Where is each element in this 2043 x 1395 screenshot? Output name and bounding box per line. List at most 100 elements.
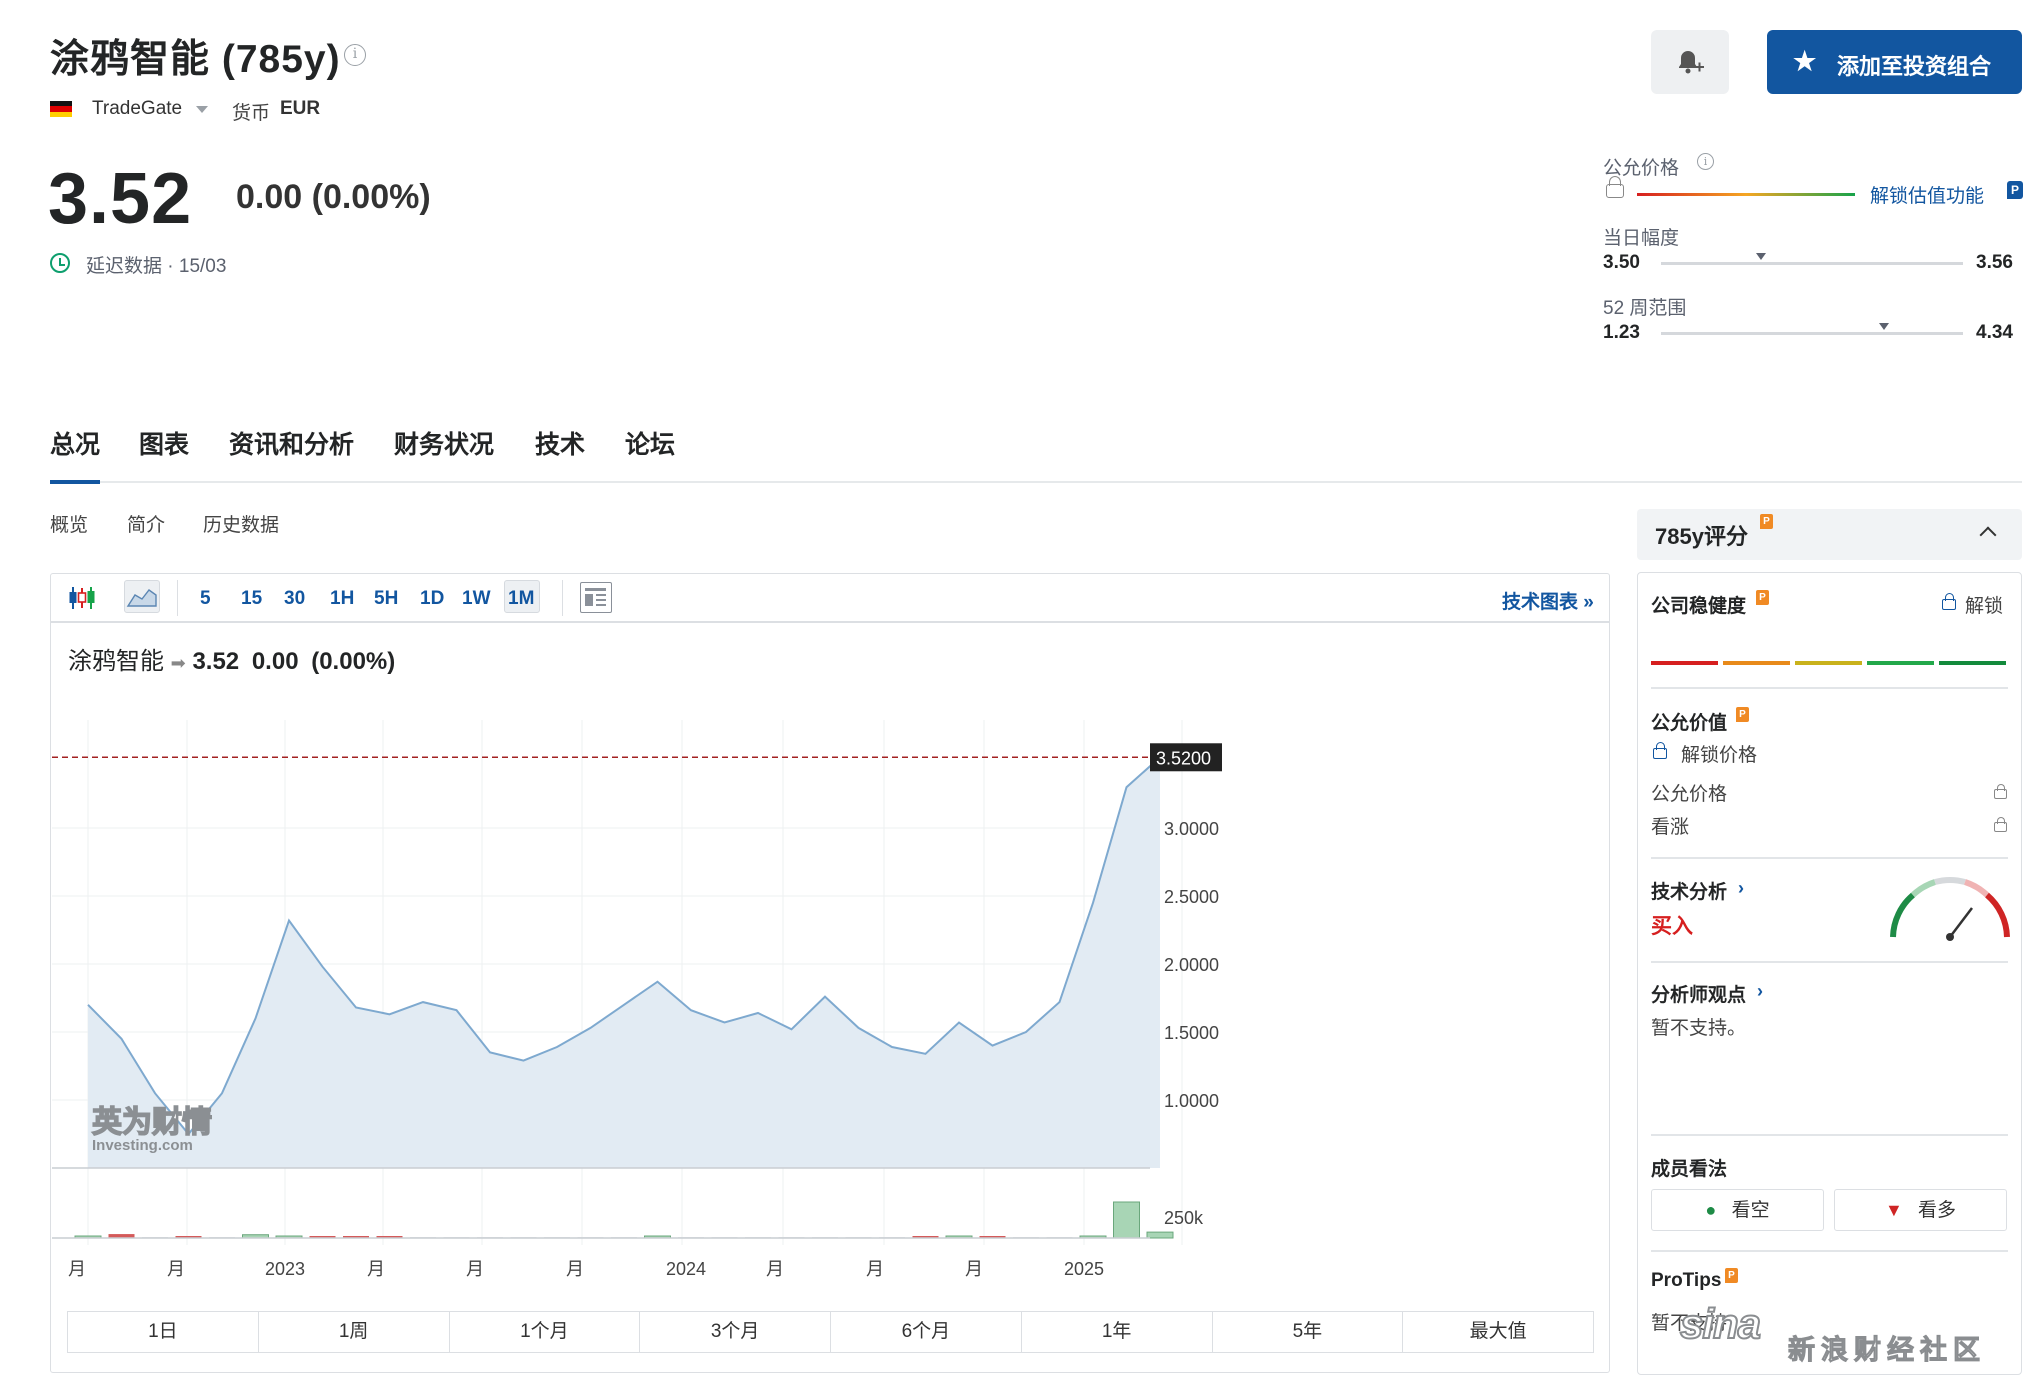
- health-segment: [1651, 661, 1718, 665]
- range-1y[interactable]: 1年: [1022, 1312, 1213, 1352]
- fair-value-unlock-link[interactable]: 解锁价格: [1681, 740, 1757, 767]
- interval-1d[interactable]: 1D: [420, 588, 444, 610]
- range-1d[interactable]: 1日: [68, 1312, 259, 1352]
- range-3m[interactable]: 3个月: [640, 1312, 831, 1352]
- x-tick-label: 月: [367, 1259, 385, 1279]
- fair-value-gradient-bar: [1637, 193, 1855, 196]
- lock-icon: [1994, 784, 2007, 799]
- health-title: 公司稳健度: [1651, 596, 1747, 617]
- analyst-view-link[interactable]: 分析师观点: [1651, 980, 1746, 1007]
- volume-bar: [1146, 1231, 1174, 1239]
- time-range-selector: 1日 1周 1个月 3个月 6个月 1年 5年 最大值: [67, 1311, 1594, 1353]
- sina-watermark-logo: sina: [1679, 1299, 1762, 1348]
- last-price-label: 3.5200: [1156, 748, 1211, 768]
- upside-row: 看涨: [1651, 817, 1690, 838]
- tab-forum[interactable]: 论坛: [625, 425, 675, 461]
- range-6m[interactable]: 6个月: [831, 1312, 1022, 1352]
- health-segment: [1867, 661, 1934, 665]
- week52-range-track: [1661, 332, 1963, 335]
- subtab-historical[interactable]: 历史数据: [203, 510, 279, 537]
- currency-label: 货币: [232, 103, 271, 124]
- volume-bar: [1113, 1201, 1140, 1239]
- health-segment: [1795, 661, 1862, 665]
- fair-price-row: 公允价格: [1651, 784, 1728, 805]
- tab-news-analysis[interactable]: 资讯和分析: [229, 425, 354, 461]
- candlestick-icon[interactable]: [68, 584, 96, 612]
- range-max[interactable]: 最大值: [1403, 1312, 1593, 1352]
- add-alert-button[interactable]: [1651, 30, 1729, 94]
- interval-1w[interactable]: 1W: [462, 588, 491, 610]
- health-segment: [1723, 661, 1790, 665]
- watermark-cn: 英为财情: [92, 1105, 212, 1140]
- day-range-label: 当日幅度: [1603, 228, 1680, 249]
- x-tick-label: 月: [766, 1259, 784, 1279]
- range-1w[interactable]: 1周: [259, 1312, 450, 1352]
- divider: [1651, 857, 2008, 859]
- tab-technical[interactable]: 技术: [535, 425, 585, 461]
- chart-legend-pct: (0.00%): [311, 648, 396, 675]
- info-icon[interactable]: i: [1697, 153, 1714, 170]
- x-tick-label: 月: [866, 1259, 884, 1279]
- technical-chart-link[interactable]: 技术图表 »: [1502, 587, 1594, 614]
- bell-plus-icon: [1679, 51, 1704, 74]
- interval-1m[interactable]: 1M: [508, 588, 534, 610]
- page-title: 涂鸦智能 (785y): [50, 38, 341, 81]
- info-icon[interactable]: i: [344, 44, 366, 66]
- active-tab-indicator: [50, 480, 100, 484]
- chevron-right-icon: ›: [1757, 981, 1763, 1001]
- day-high: 3.56: [1976, 252, 2013, 273]
- week52-range-marker: [1879, 323, 1890, 330]
- add-portfolio-label: 添加至投资组合: [1837, 54, 1992, 79]
- divider: [1651, 961, 2008, 963]
- gauge-icon: [1890, 877, 2010, 941]
- y-tick-label: 1.0000: [1164, 1091, 1219, 1111]
- price-area: [88, 757, 1160, 1168]
- exchange-selector[interactable]: TradeGate: [92, 98, 182, 120]
- arrow-right-icon: ➡: [170, 653, 186, 673]
- sina-watermark-text: 新浪财经社区: [1788, 1335, 1986, 1366]
- health-unlock-link[interactable]: 解锁: [1965, 591, 2003, 618]
- clock-icon: [50, 253, 70, 273]
- interval-5h[interactable]: 5H: [374, 588, 398, 610]
- range-5y[interactable]: 5年: [1213, 1312, 1404, 1352]
- x-tick-label: 2024: [666, 1259, 706, 1279]
- toolbar-separator: [177, 580, 178, 616]
- interval-5[interactable]: 5: [200, 588, 211, 610]
- chart-legend-price: 3.52: [192, 648, 240, 675]
- x-tick-label: 月: [466, 1259, 484, 1279]
- lock-icon: [1994, 817, 2007, 832]
- unlock-valuation-link[interactable]: 解锁估值功能: [1870, 181, 1984, 208]
- day-range-track: [1661, 262, 1963, 265]
- add-to-portfolio-button[interactable]: ★ 添加至投资组合: [1767, 30, 2022, 94]
- bearish-button[interactable]: ● 看空: [1651, 1189, 1824, 1231]
- bull-icon: ▼: [1884, 1200, 1903, 1220]
- bullish-button[interactable]: ▼ 看多: [1834, 1189, 2007, 1231]
- range-1m[interactable]: 1个月: [450, 1312, 641, 1352]
- tab-financials[interactable]: 财务状况: [394, 425, 494, 461]
- pro-badge-icon: P: [1760, 514, 1773, 529]
- volume-tick-label: 250k: [1164, 1208, 1204, 1228]
- tab-chart[interactable]: 图表: [139, 425, 189, 461]
- tech-analysis-link[interactable]: 技术分析: [1651, 877, 1727, 904]
- price-chart[interactable]: 3.0000 2.5000 2.0000 1.5000 1.0000 3.5200 250k…: [52, 680, 1592, 1280]
- price-change: 0.00 (0.00%): [236, 178, 431, 216]
- interval-1h[interactable]: 1H: [330, 588, 354, 610]
- area-chart-toggle[interactable]: [124, 580, 160, 613]
- chevron-down-icon[interactable]: [196, 106, 208, 113]
- x-tick-label: 月: [167, 1259, 185, 1279]
- interval-30[interactable]: 30: [284, 588, 305, 610]
- interval-15[interactable]: 15: [241, 588, 262, 610]
- day-low: 3.50: [1603, 252, 1640, 273]
- table-view-icon[interactable]: [580, 582, 612, 613]
- tab-overview[interactable]: 总况: [50, 425, 100, 461]
- x-tick-label: 2025: [1064, 1259, 1104, 1279]
- divider: [1651, 687, 2008, 689]
- volume-bars: [74, 1201, 1174, 1239]
- y-tick-label: 3.0000: [1164, 819, 1219, 839]
- subtab-profile[interactable]: 简介: [127, 510, 165, 537]
- subtab-overview[interactable]: 概览: [50, 510, 88, 537]
- x-tick-label: 月: [965, 1259, 983, 1279]
- delay-note: 延迟数据 · 15/03: [86, 256, 227, 277]
- divider: [1651, 1250, 2008, 1252]
- lock-icon: [1606, 176, 1624, 198]
